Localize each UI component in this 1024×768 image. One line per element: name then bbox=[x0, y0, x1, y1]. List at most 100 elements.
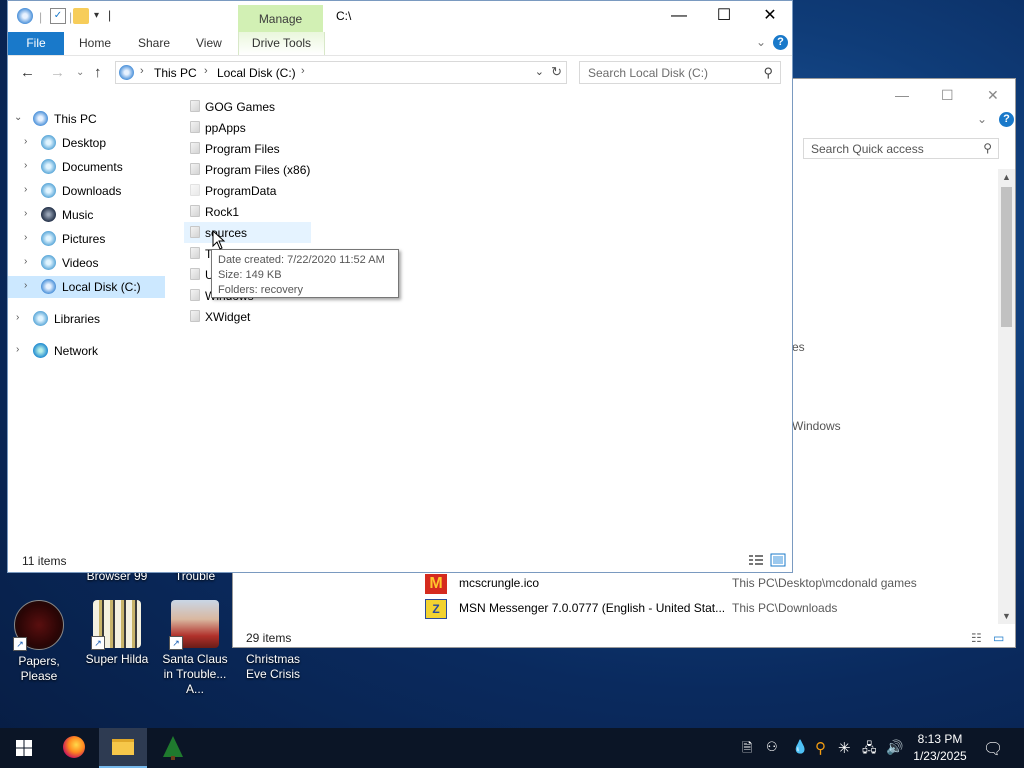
pdf-tray-icon[interactable]: 🗎 bbox=[742, 739, 752, 761]
folder-name: GOG Games bbox=[205, 100, 276, 114]
desktop-icon-label: Papers, Please bbox=[18, 654, 60, 683]
tree-item-downloads[interactable]: › Downloads bbox=[8, 180, 165, 202]
help-icon[interactable]: ? bbox=[773, 35, 788, 50]
tab-share[interactable]: Share bbox=[138, 32, 170, 55]
explorer-window[interactable]: | ✓ | ▾ | Manage C:\ — ☐ ✕ File Home Sha… bbox=[7, 0, 793, 573]
back-arrow-icon[interactable]: ← bbox=[20, 64, 35, 81]
chevron-right-icon[interactable]: › bbox=[24, 184, 27, 195]
folder-item-hovered[interactable]: sources bbox=[184, 222, 311, 243]
tree-item-documents[interactable]: › Documents bbox=[8, 156, 165, 178]
search-tray-icon[interactable]: ⚲ bbox=[815, 739, 826, 757]
tab-drive-tools[interactable]: Drive Tools bbox=[238, 32, 325, 55]
desktop-icon-papers-please[interactable]: ↗ Papers, Please bbox=[0, 600, 78, 684]
maximize-icon[interactable]: ☐ bbox=[941, 87, 954, 104]
help-icon[interactable]: ? bbox=[999, 112, 1014, 127]
tab-file[interactable]: File bbox=[8, 32, 64, 55]
details-view-icon[interactable]: ☷ bbox=[971, 631, 982, 645]
notifications-icon[interactable]: 🗨 bbox=[983, 739, 1003, 759]
clock[interactable]: 8:13 PM 1/23/2025 bbox=[908, 731, 972, 765]
properties-icon[interactable]: ✓ bbox=[50, 8, 66, 24]
droplet-tray-icon[interactable]: 💧 bbox=[792, 739, 808, 755]
list-item[interactable]: Z MSN Messenger 7.0.0777 (English - Unit… bbox=[425, 598, 985, 620]
tree-item-label: Downloads bbox=[62, 184, 122, 198]
start-windows-icon[interactable] bbox=[16, 740, 32, 756]
folder-name: Rock1 bbox=[205, 205, 240, 219]
recent-locations-icon[interactable]: ⌄ bbox=[76, 67, 84, 78]
details-view-icon[interactable] bbox=[748, 553, 764, 567]
new-folder-icon[interactable] bbox=[73, 8, 89, 24]
maximize-button[interactable]: ☐ bbox=[701, 1, 747, 32]
chevron-down-icon[interactable]: ⌄ bbox=[756, 35, 766, 49]
tree-item-libraries[interactable]: › Libraries bbox=[8, 308, 165, 330]
breadcrumb-this-pc[interactable]: This PC bbox=[154, 66, 197, 80]
taskbar-firefox[interactable] bbox=[50, 728, 98, 768]
tree-item-label: Desktop bbox=[62, 136, 107, 150]
scroll-up-icon[interactable]: ▲ bbox=[1002, 172, 1011, 182]
desktop-icon bbox=[41, 135, 56, 150]
scrollbar-thumb[interactable] bbox=[1001, 187, 1012, 327]
tree-item-local-disk[interactable]: › Local Disk (C:) bbox=[8, 276, 165, 298]
chevron-down-icon[interactable]: ⌄ bbox=[977, 112, 987, 126]
title-bar[interactable]: | ✓ | ▾ | Manage C:\ — ☐ ✕ bbox=[8, 1, 792, 32]
tab-home[interactable]: Home bbox=[79, 32, 111, 55]
tab-manage[interactable]: Manage bbox=[238, 5, 323, 32]
chevron-right-icon[interactable]: › bbox=[16, 344, 19, 355]
address-dropdown-icon[interactable]: ⌄ bbox=[535, 65, 544, 78]
tree-item-desktop[interactable]: › Desktop bbox=[8, 132, 165, 154]
tree-item-videos[interactable]: › Videos bbox=[8, 252, 165, 274]
close-icon[interactable]: ✕ bbox=[987, 87, 999, 104]
breadcrumb-local-disk[interactable]: Local Disk (C:) bbox=[217, 66, 296, 80]
desktop-icon-super-hilda[interactable]: ↗ Super Hilda bbox=[78, 600, 156, 667]
drive-icon[interactable] bbox=[17, 8, 33, 24]
breadcrumb-separator-icon[interactable]: › bbox=[140, 65, 144, 77]
chevron-right-icon[interactable]: › bbox=[16, 312, 19, 323]
volume-icon[interactable]: 🔊 bbox=[886, 739, 903, 756]
taskbar-browser99[interactable] bbox=[149, 728, 197, 768]
folder-icon bbox=[190, 289, 200, 301]
tab-view[interactable]: View bbox=[196, 32, 222, 55]
large-icons-view-icon[interactable] bbox=[770, 553, 786, 567]
chevron-right-icon[interactable]: › bbox=[24, 208, 27, 219]
network-tray-icon[interactable]: 🖧 bbox=[862, 739, 877, 761]
chevron-right-icon[interactable]: › bbox=[24, 136, 27, 147]
libraries-icon bbox=[33, 311, 48, 326]
up-arrow-icon[interactable]: ↑ bbox=[94, 64, 102, 81]
tree-item-network[interactable]: › Network bbox=[8, 340, 165, 362]
refresh-icon[interactable]: ↻ bbox=[551, 64, 562, 80]
desktop-icon-santa-claus[interactable]: ↗ Santa Claus in Trouble... A... bbox=[156, 600, 234, 697]
sun-tray-icon[interactable]: ✳ bbox=[838, 739, 851, 757]
address-bar[interactable]: › This PC › Local Disk (C:) › ⌄ ↻ bbox=[115, 61, 567, 84]
chevron-right-icon[interactable]: › bbox=[24, 280, 27, 291]
breadcrumb-separator-icon[interactable]: › bbox=[204, 65, 208, 77]
scrollbar[interactable]: ▲ ▼ bbox=[998, 169, 1015, 624]
search-input[interactable]: Search Local Disk (C:) ⚲ bbox=[579, 61, 781, 84]
santa-claus-icon: ↗ bbox=[169, 600, 219, 650]
scroll-down-icon[interactable]: ▼ bbox=[1002, 611, 1011, 621]
chevron-right-icon[interactable]: › bbox=[24, 160, 27, 171]
breadcrumb-separator-icon[interactable]: › bbox=[301, 65, 305, 77]
ribbon-tabs: File Home Share View Drive Tools ⌄ ? bbox=[8, 32, 792, 56]
people-tray-icon[interactable]: ⚇ bbox=[766, 739, 778, 755]
folder-icon bbox=[190, 100, 200, 112]
large-icons-view-icon[interactable]: ▭ bbox=[993, 631, 1004, 645]
tree-item-pictures[interactable]: › Pictures bbox=[8, 228, 165, 250]
chevron-right-icon[interactable]: › bbox=[24, 232, 27, 243]
taskbar-file-explorer[interactable] bbox=[99, 728, 147, 768]
chevron-down-icon[interactable]: ⌄ bbox=[14, 112, 22, 123]
minimize-icon[interactable]: — bbox=[895, 87, 909, 103]
list-item[interactable]: M mcscrungle.ico This PC\Desktop\mcdonal… bbox=[425, 573, 985, 595]
folder-icon bbox=[190, 184, 200, 196]
list-item-path: This PC\Downloads bbox=[732, 601, 838, 615]
minimize-button[interactable]: — bbox=[656, 1, 702, 32]
chevron-right-icon[interactable]: › bbox=[24, 256, 27, 267]
tree-item-this-pc[interactable]: ⌄ This PC bbox=[8, 108, 165, 130]
folder-icon bbox=[190, 142, 200, 154]
shortcut-arrow-icon: ↗ bbox=[91, 636, 105, 650]
drive-icon bbox=[41, 279, 56, 294]
search-quick-access-input[interactable]: Search Quick access ⚲ bbox=[803, 138, 999, 159]
close-button[interactable]: ✕ bbox=[747, 1, 792, 32]
documents-icon bbox=[41, 159, 56, 174]
tree-item-music[interactable]: › Music bbox=[8, 204, 165, 226]
qat-dropdown-icon[interactable]: ▾ bbox=[94, 10, 99, 21]
forward-arrow-icon[interactable]: → bbox=[50, 64, 65, 81]
